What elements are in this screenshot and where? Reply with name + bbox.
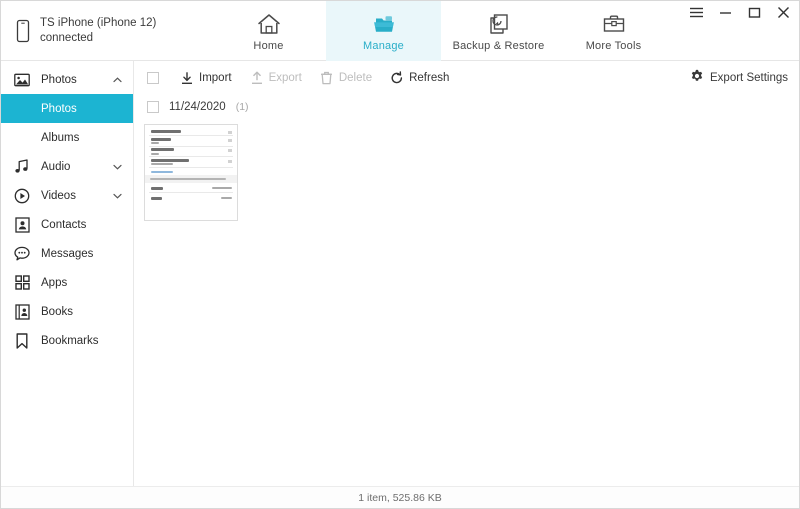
export-button-label: Export bbox=[268, 71, 302, 84]
bookmark-icon bbox=[14, 332, 30, 349]
tab-home[interactable]: Home bbox=[211, 1, 326, 61]
sidebar-item-messages[interactable]: Messages bbox=[1, 239, 133, 268]
select-all-checkbox[interactable] bbox=[147, 71, 159, 84]
export-button: Export bbox=[241, 67, 311, 89]
tab-manage[interactable]: Manage bbox=[326, 1, 441, 61]
delete-button: Delete bbox=[311, 67, 381, 89]
group-select-checkbox[interactable] bbox=[147, 101, 159, 113]
tab-more-tools[interactable]: More Tools bbox=[556, 1, 671, 61]
sidebar-subitem-albums-label: Albums bbox=[41, 131, 80, 144]
app-header: TS iPhone (iPhone 12) connected Home Man… bbox=[1, 1, 799, 61]
list-item bbox=[145, 183, 237, 192]
list-item bbox=[145, 128, 237, 135]
sidebar-item-bookmarks-label: Bookmarks bbox=[41, 334, 99, 347]
list-item bbox=[145, 147, 237, 157]
sidebar-item-contacts[interactable]: Contacts bbox=[1, 210, 133, 239]
gear-icon bbox=[690, 69, 704, 86]
main-tabs: Home Manage Backup & Restore More Tools bbox=[211, 1, 671, 61]
house-icon bbox=[256, 11, 282, 37]
upload-arrow-icon bbox=[250, 71, 264, 85]
app-window: TS iPhone (iPhone 12) connected Home Man… bbox=[0, 0, 800, 509]
chat-icon bbox=[14, 246, 30, 262]
import-button[interactable]: Import bbox=[171, 67, 241, 89]
phone-icon bbox=[15, 19, 31, 43]
sidebar-item-messages-label: Messages bbox=[41, 247, 94, 260]
tab-home-label: Home bbox=[253, 39, 284, 52]
photo-gallery bbox=[134, 120, 799, 486]
sidebar-item-audio-label: Audio bbox=[41, 160, 71, 173]
play-icon bbox=[14, 188, 30, 204]
group-date: 11/24/2020 bbox=[169, 101, 226, 113]
status-text: 1 item, 525.86 KB bbox=[358, 491, 442, 504]
list-item bbox=[145, 157, 237, 167]
sidebar-item-books-label: Books bbox=[41, 305, 73, 318]
minimize-icon[interactable] bbox=[717, 4, 733, 20]
window-controls bbox=[688, 4, 791, 20]
import-button-label: Import bbox=[199, 71, 232, 84]
device-label: TS iPhone (iPhone 12) connected bbox=[40, 16, 156, 45]
content-toolbar: Import Export Delete Refresh Export Sett… bbox=[134, 61, 799, 94]
date-group-header: 11/24/2020 (1) bbox=[134, 94, 799, 120]
close-icon[interactable] bbox=[775, 4, 791, 20]
download-arrow-icon bbox=[180, 71, 194, 85]
delete-button-label: Delete bbox=[338, 71, 373, 84]
sidebar: Photos Photos Albums Audio Videos Contac… bbox=[1, 61, 134, 486]
sidebar-item-apps-label: Apps bbox=[41, 276, 68, 289]
sidebar-subitem-photos-label: Photos bbox=[41, 102, 77, 115]
status-bar: 1 item, 525.86 KB bbox=[1, 486, 799, 508]
sidebar-item-bookmarks[interactable]: Bookmarks bbox=[1, 326, 133, 355]
contact-icon bbox=[14, 216, 30, 233]
main-panel: Import Export Delete Refresh Export Sett… bbox=[134, 61, 799, 486]
sidebar-item-photos[interactable]: Photos bbox=[1, 65, 133, 94]
sidebar-item-audio[interactable]: Audio bbox=[1, 152, 133, 181]
sidebar-subitem-albums[interactable]: Albums bbox=[1, 123, 133, 152]
device-name: TS iPhone (iPhone 12) bbox=[40, 17, 157, 29]
maximize-icon[interactable] bbox=[746, 4, 762, 20]
refresh-button[interactable]: Refresh bbox=[381, 67, 458, 89]
book-icon bbox=[14, 303, 30, 320]
photo-thumbnail[interactable] bbox=[144, 124, 238, 221]
sidebar-item-books[interactable]: Books bbox=[1, 297, 133, 326]
chevron-down-icon[interactable] bbox=[113, 161, 122, 173]
sidebar-item-apps[interactable]: Apps bbox=[1, 268, 133, 297]
refresh-icon bbox=[390, 70, 404, 85]
list-item bbox=[145, 193, 237, 202]
chevron-up-icon[interactable] bbox=[113, 74, 122, 86]
connected-device: TS iPhone (iPhone 12) connected bbox=[1, 1, 211, 60]
tab-more-tools-label: More Tools bbox=[585, 39, 642, 52]
grid-icon bbox=[14, 275, 30, 291]
backup-restore-icon bbox=[486, 11, 512, 37]
device-status: connected bbox=[40, 31, 94, 44]
sidebar-item-videos-label: Videos bbox=[41, 189, 76, 202]
link-text bbox=[151, 170, 173, 173]
tab-manage-label: Manage bbox=[363, 39, 404, 52]
thumbnail-preview bbox=[145, 125, 237, 220]
note-block bbox=[145, 175, 237, 183]
sidebar-item-videos[interactable]: Videos bbox=[1, 181, 133, 210]
tab-backup-restore[interactable]: Backup & Restore bbox=[441, 1, 556, 61]
export-settings-label: Export Settings bbox=[710, 71, 788, 84]
hamburger-icon[interactable] bbox=[688, 4, 704, 20]
list-item bbox=[145, 136, 237, 146]
app-body: Photos Photos Albums Audio Videos Contac… bbox=[1, 61, 799, 486]
chevron-down-icon[interactable] bbox=[113, 190, 122, 202]
group-count: (1) bbox=[235, 101, 249, 113]
toolbox-icon bbox=[601, 11, 627, 37]
refresh-button-label: Refresh bbox=[409, 71, 450, 84]
music-icon bbox=[14, 159, 30, 175]
sidebar-subitem-photos[interactable]: Photos bbox=[1, 94, 133, 123]
trash-icon bbox=[320, 71, 334, 85]
sidebar-item-photos-label: Photos bbox=[41, 73, 77, 86]
export-settings-button[interactable]: Export Settings bbox=[690, 69, 788, 86]
tab-backup-restore-label: Backup & Restore bbox=[452, 39, 545, 52]
sidebar-item-contacts-label: Contacts bbox=[41, 218, 87, 231]
image-icon bbox=[14, 72, 30, 88]
folder-stack-icon bbox=[370, 11, 398, 37]
